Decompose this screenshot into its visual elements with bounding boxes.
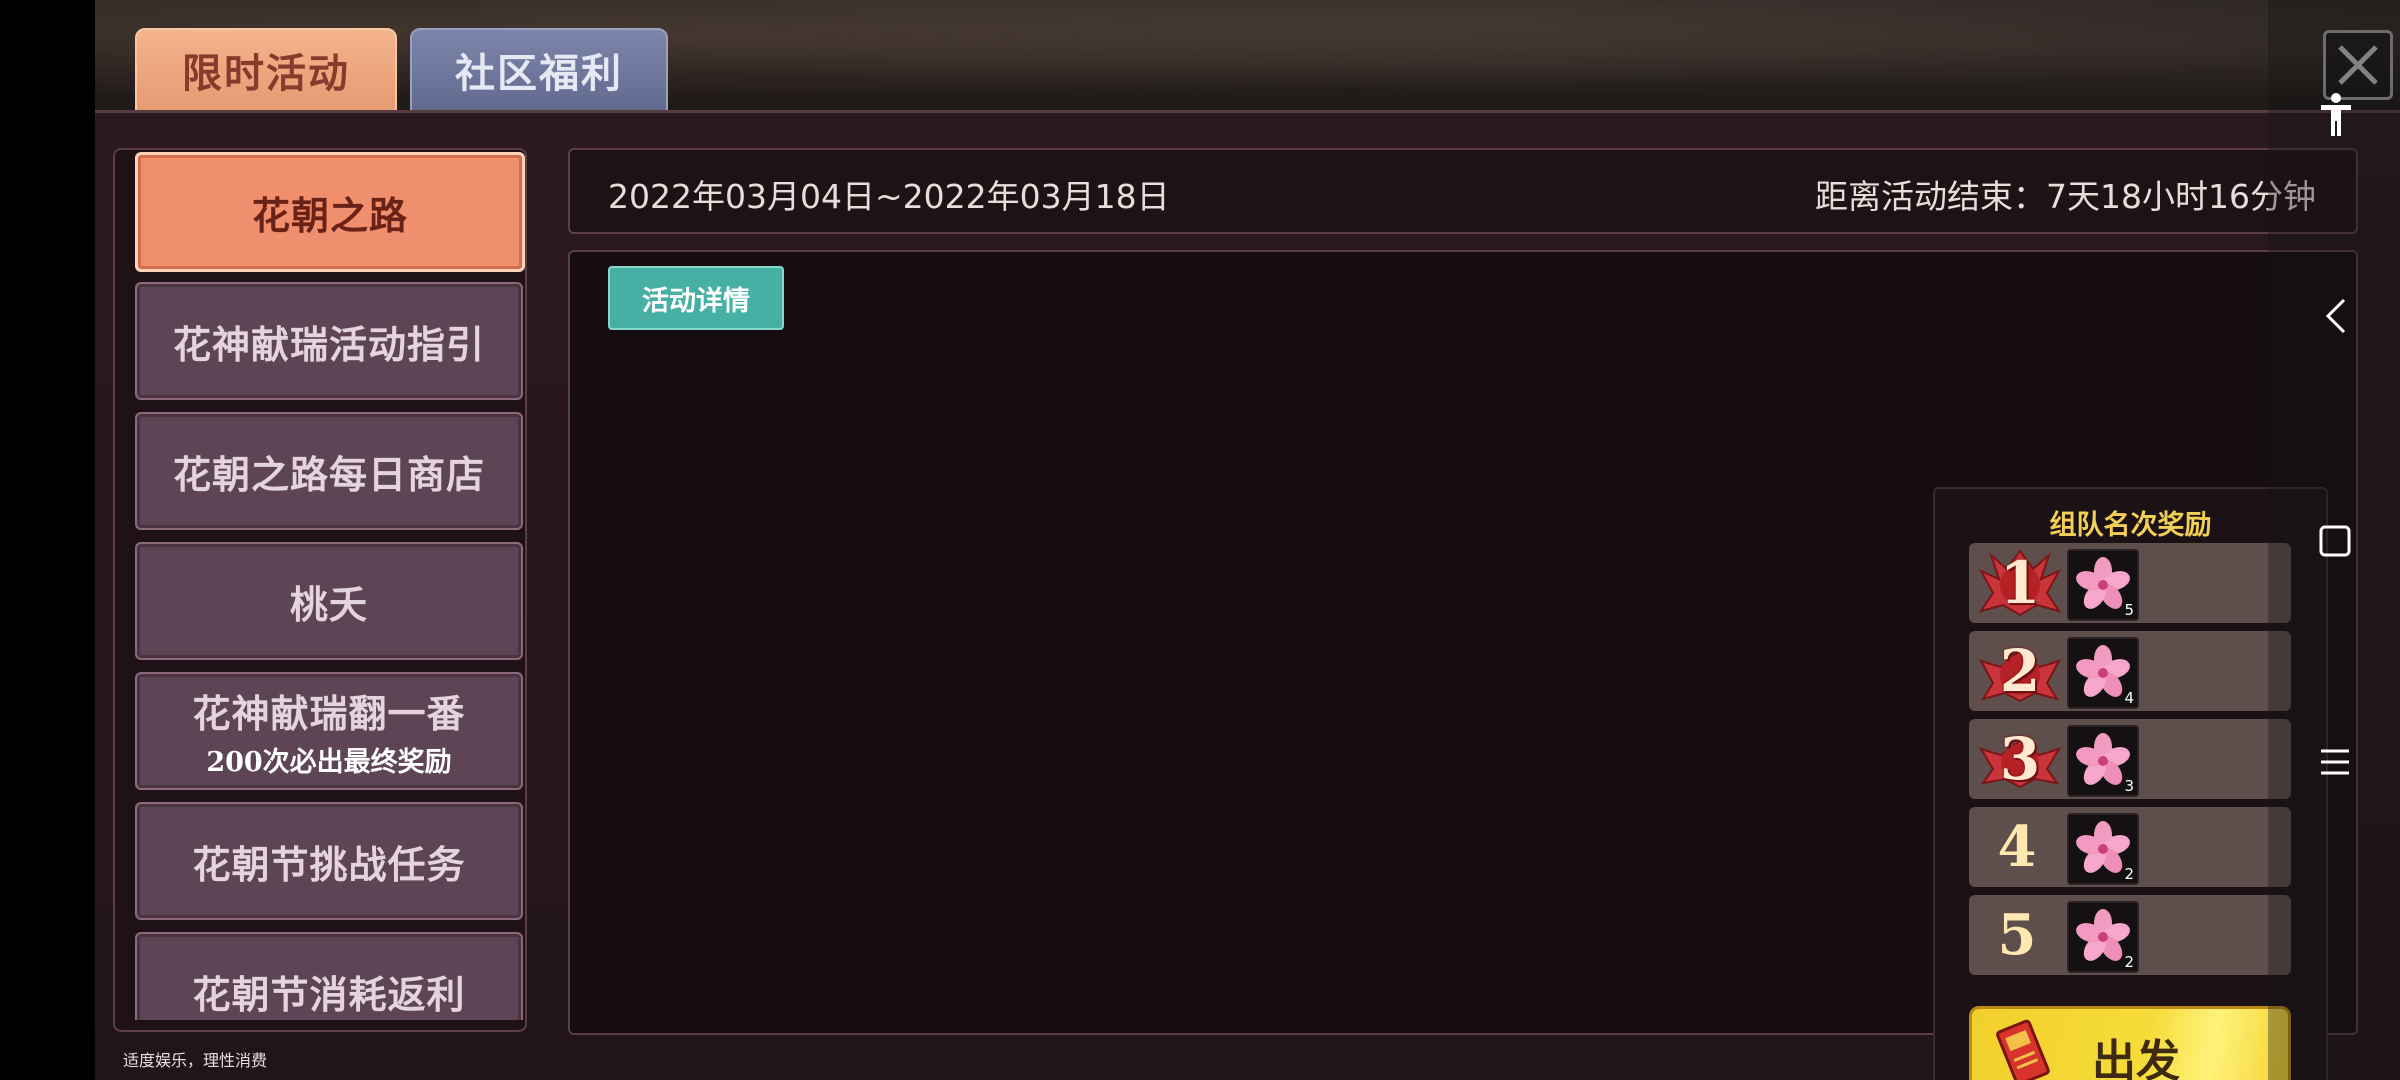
date-bar: 2022年03月04日~2022年03月18日 距离活动结束：7天18小时16分… [568,148,2358,234]
reward-item[interactable]: 4 [2067,637,2139,709]
list-item-taoyao[interactable]: 桃夭 [135,542,523,660]
accessibility-icon[interactable] [2318,92,2354,138]
reward-count: 2 [2124,953,2134,971]
countdown-text: 距离活动结束：7天18小时16分钟 [1815,177,2316,216]
list-item-label: 花朝节消耗返利 [192,971,466,1017]
reward-count: 3 [2124,777,2134,795]
list-item-double[interactable]: 花神献瑞翻一番 200次必出最终奖励 [135,672,523,790]
list-item-label: 花神献瑞活动指引 [172,321,485,367]
tab-community-benefits[interactable]: 社区福利 [410,28,668,112]
home-icon[interactable] [2318,524,2352,558]
rank-number: 1 [1999,549,2041,617]
system-side-bar [2268,0,2400,1080]
ticket-icon [1996,1019,2050,1080]
rank-medal-icon: 1 [1977,549,2063,617]
reward-count: 5 [2124,601,2134,619]
rank-row: 4 2 [1969,807,2291,887]
date-range: 2022年03月04日~2022年03月18日 [608,177,1170,216]
list-item-label: 花神献瑞翻一番 [192,691,466,736]
activity-main-area: 活动详情 组队名次奖励 1 5 2 4 3 3 4 2 5 2 出发 [568,250,2358,1080]
list-item-challenge[interactable]: 花朝节挑战任务 [135,802,523,920]
reward-count: 4 [2124,689,2134,707]
activity-list[interactable]: 花朝之路 花神献瑞活动指引 花朝之路每日商店 桃夭 花神献瑞翻一番 200次必出… [113,148,527,1032]
list-item-label: 花朝之路每日商店 [172,451,485,497]
rank-medal-icon: 2 [1977,637,2063,705]
rank-row: 2 4 [1969,631,2291,711]
health-notice: 适度娱乐，理性消费 [123,1051,268,1070]
reward-count: 2 [2124,865,2134,883]
back-icon[interactable] [2322,296,2350,336]
reward-item[interactable]: 3 [2067,725,2139,797]
list-item-daily-shop[interactable]: 花朝之路每日商店 [135,412,523,530]
rank-number: 2 [1999,637,2041,705]
go-button[interactable]: 出发 [1969,1006,2291,1080]
list-item-label: 花朝之路 [251,192,408,238]
list-item-sublabel: 200次必出最终奖励 [206,747,452,778]
list-item-rebate[interactable]: 花朝节消耗返利 [135,932,523,1020]
rank-number: 4 [1997,814,2037,880]
reward-item[interactable]: 2 [2067,813,2139,885]
rank-number: 5 [1997,902,2037,968]
rank-number: 3 [1999,725,2041,793]
go-button-label: 出发 [2092,1036,2180,1080]
list-item-huachao-road[interactable]: 花朝之路 [135,152,525,272]
main-panel: 花朝之路 花神献瑞活动指引 花朝之路每日商店 桃夭 花神献瑞翻一番 200次必出… [95,110,2400,1080]
rank-row: 3 3 [1969,719,2291,799]
rank-row: 5 2 [1969,895,2291,975]
tab-limited-events[interactable]: 限时活动 [135,28,397,112]
list-item-label: 花朝节挑战任务 [192,841,466,887]
list-item-guide[interactable]: 花神献瑞活动指引 [135,282,523,400]
activity-details-button[interactable]: 活动详情 [608,266,784,330]
game-screen: 限时活动 社区福利 花朝之路 花神献瑞活动指引 花朝之路每日商店 桃夭 花神献瑞… [95,0,2400,1080]
activity-content: 2022年03月04日~2022年03月18日 距离活动结束：7天18小时16分… [568,148,2358,1080]
rank-row: 1 5 [1969,543,2291,623]
list-item-label: 桃夭 [289,581,368,627]
rank-medal-icon: 3 [1977,725,2063,793]
reward-item[interactable]: 5 [2067,549,2139,621]
menu-icon[interactable] [2318,746,2352,778]
reward-item[interactable]: 2 [2067,901,2139,973]
